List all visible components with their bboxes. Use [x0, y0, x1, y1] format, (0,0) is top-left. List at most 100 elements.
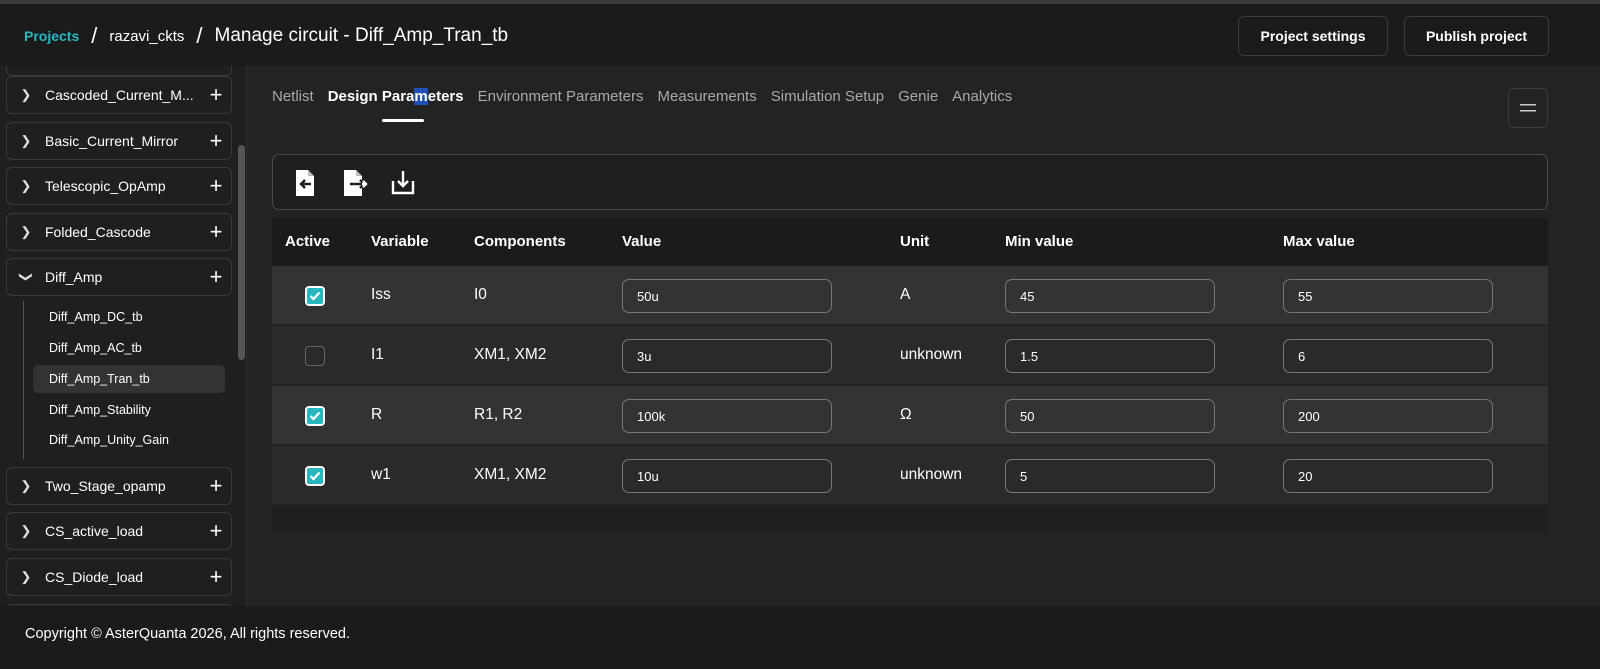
- variable-name: Iss: [371, 286, 391, 303]
- publish-project-button[interactable]: Publish project: [1404, 16, 1549, 56]
- add-icon[interactable]: +: [201, 128, 231, 154]
- tab-genie[interactable]: Genie: [898, 88, 938, 112]
- table-row: R R1, R2 Ω: [272, 386, 1548, 446]
- sidebar-group-telescopic-opamp[interactable]: ❯ Telescopic_OpAmp +: [6, 167, 232, 205]
- sidebar-group-label: Folded_Cascode: [45, 224, 151, 240]
- chevron-right-icon[interactable]: ❯: [7, 478, 45, 494]
- page-title: Manage circuit - Diff_Amp_Tran_tb: [214, 25, 509, 46]
- add-icon[interactable]: +: [201, 264, 231, 290]
- sidebar-scrollbar-thumb[interactable]: [238, 145, 245, 360]
- sidebar-group-label: Two_Stage_opamp: [45, 478, 166, 494]
- sidebar-group-label: Basic_Current_Mirror: [45, 133, 179, 149]
- value-input[interactable]: [622, 339, 832, 373]
- column-header-components: Components: [474, 233, 566, 250]
- tab-netlist[interactable]: Netlist: [272, 88, 314, 112]
- sidebar-group-partial[interactable]: [6, 66, 232, 76]
- tab-environment-parameters[interactable]: Environment Parameters: [478, 88, 644, 112]
- tree-guide-line: [23, 301, 24, 459]
- active-checkbox[interactable]: [305, 346, 325, 366]
- sidebar-group-diff-amp[interactable]: ❯ Diff_Amp +: [6, 258, 232, 296]
- value-input[interactable]: [622, 279, 832, 313]
- sidebar-group-label: Cascoded_Current_M...: [45, 87, 194, 103]
- breadcrumb: Projects / razavi_ckts / Manage circuit …: [24, 22, 508, 50]
- tab-label-part: eters: [427, 88, 464, 105]
- max-value-input[interactable]: [1283, 459, 1493, 493]
- breadcrumb-project-link[interactable]: razavi_ckts: [109, 28, 184, 45]
- table-footer: [272, 506, 1548, 532]
- unit-cell: unknown: [900, 346, 963, 363]
- export-file-icon[interactable]: [342, 169, 368, 197]
- tab-bar: Netlist Design Parameters Environment Pa…: [272, 88, 1012, 112]
- min-value-input[interactable]: [1005, 399, 1215, 433]
- column-header-max-value: Max value: [1283, 233, 1355, 250]
- breadcrumb-separator: /: [91, 23, 98, 48]
- sidebar-subitem-diff-amp-unity-gain[interactable]: Diff_Amp_Unity_Gain: [33, 426, 225, 454]
- sidebar-subitem-diff-amp-stability[interactable]: Diff_Amp_Stability: [33, 396, 225, 424]
- chevron-right-icon[interactable]: ❯: [7, 523, 45, 539]
- menu-button[interactable]: [1508, 88, 1548, 128]
- max-value-input[interactable]: [1283, 399, 1493, 433]
- sidebar-subitem-diff-amp-tran-tb[interactable]: Diff_Amp_Tran_tb: [33, 365, 225, 393]
- table-header: Active Variable Components Value Unit Mi…: [272, 218, 1548, 266]
- chevron-right-icon[interactable]: ❯: [7, 224, 45, 240]
- checkmark-icon: [309, 411, 321, 421]
- value-input[interactable]: [622, 399, 832, 433]
- chevron-right-icon[interactable]: ❯: [7, 87, 45, 103]
- tab-measurements[interactable]: Measurements: [658, 88, 757, 112]
- unit-cell: unknown: [900, 466, 963, 483]
- min-value-input[interactable]: [1005, 459, 1215, 493]
- menu-icon: [1520, 104, 1536, 112]
- sidebar-group-two-stage-opamp[interactable]: ❯ Two_Stage_opamp +: [6, 467, 232, 505]
- copyright-text: Copyright © AsterQuanta 2026, All rights…: [25, 626, 351, 642]
- sidebar-group-label: Diff_Amp: [45, 269, 103, 285]
- sidebar-subitem-diff-amp-dc-tb[interactable]: Diff_Amp_DC_tb: [33, 303, 225, 331]
- active-checkbox[interactable]: [305, 466, 325, 486]
- column-header-value: Value: [622, 233, 662, 250]
- tab-label-part: Design Para: [327, 88, 415, 105]
- tab-simulation-setup[interactable]: Simulation Setup: [771, 88, 884, 112]
- unit-cell: Ω: [900, 406, 912, 423]
- import-file-icon[interactable]: [292, 169, 318, 197]
- breadcrumb-separator: /: [196, 23, 203, 48]
- active-checkbox[interactable]: [305, 406, 325, 426]
- breadcrumb-projects-link[interactable]: Projects: [24, 28, 79, 44]
- value-input[interactable]: [622, 459, 832, 493]
- add-icon[interactable]: +: [201, 82, 231, 108]
- top-header: Projects / razavi_ckts / Manage circuit …: [0, 0, 1600, 66]
- table-row: Iss I0 A: [272, 266, 1548, 326]
- active-checkbox[interactable]: [305, 286, 325, 306]
- tab-design-parameters[interactable]: Design Parameters: [328, 88, 464, 112]
- add-icon[interactable]: +: [201, 173, 231, 199]
- min-value-input[interactable]: [1005, 339, 1215, 373]
- add-icon[interactable]: +: [201, 564, 231, 590]
- sidebar-subitem-diff-amp-ac-tb[interactable]: Diff_Amp_AC_tb: [33, 334, 225, 362]
- max-value-input[interactable]: [1283, 279, 1493, 313]
- text-selection-highlight: m: [414, 88, 428, 105]
- add-icon[interactable]: +: [201, 219, 231, 245]
- add-icon[interactable]: +: [201, 518, 231, 544]
- sidebar-group-cs-active-load[interactable]: ❯ CS_active_load +: [6, 512, 232, 550]
- chevron-down-icon[interactable]: ❯: [18, 258, 34, 296]
- sidebar-group-basic-current-mirror[interactable]: ❯ Basic_Current_Mirror +: [6, 122, 232, 160]
- project-settings-button[interactable]: Project settings: [1238, 16, 1388, 56]
- chevron-right-icon[interactable]: ❯: [7, 178, 45, 194]
- chevron-right-icon[interactable]: ❯: [7, 569, 45, 585]
- sidebar-group-cs-diode-load[interactable]: ❯ CS_Diode_load +: [6, 558, 232, 596]
- table-row: I1 XM1, XM2 unknown: [272, 326, 1548, 386]
- max-value-input[interactable]: [1283, 339, 1493, 373]
- tab-analytics[interactable]: Analytics: [952, 88, 1012, 112]
- variable-name: I1: [371, 346, 384, 363]
- unit-cell: A: [900, 286, 911, 303]
- sidebar-group-folded-cascode[interactable]: ❯ Folded_Cascode +: [6, 213, 232, 251]
- sidebar-group-label: CS_active_load: [45, 523, 144, 539]
- chevron-right-icon[interactable]: ❯: [7, 133, 45, 149]
- add-icon[interactable]: +: [201, 473, 231, 499]
- checkmark-icon: [309, 471, 321, 481]
- column-header-variable: Variable: [371, 233, 429, 250]
- design-parameters-table: Active Variable Components Value Unit Mi…: [272, 218, 1548, 532]
- components-cell: XM1, XM2: [474, 346, 547, 363]
- sidebar-group-cascoded-current-mirror[interactable]: ❯ Cascoded_Current_M... +: [6, 76, 232, 114]
- download-icon[interactable]: [390, 169, 416, 197]
- min-value-input[interactable]: [1005, 279, 1215, 313]
- column-header-min-value: Min value: [1005, 233, 1074, 250]
